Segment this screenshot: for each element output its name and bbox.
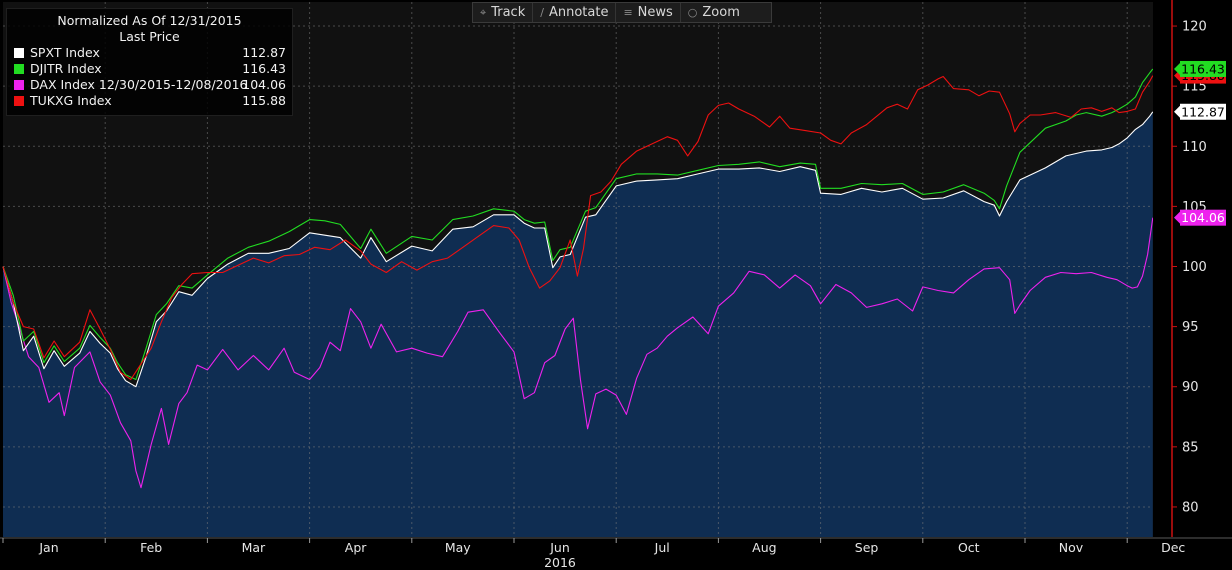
y-tick-label-4: 100 [1182, 260, 1207, 275]
legend-swatch-djitr [14, 64, 24, 74]
legend-value-tukxg: 115.88 [242, 93, 286, 108]
legend-name-tukxg: TUKXG Index [30, 93, 112, 108]
x-tick-label-1: Feb [140, 540, 162, 555]
legend-name-djitr: DJITR Index [30, 61, 102, 76]
y-tick-label-0: 80 [1182, 500, 1199, 515]
x-tick-label-8: Sep [855, 540, 879, 555]
legend-value-dax: 104.06 [242, 77, 286, 92]
zoom-label: Zoom [702, 5, 740, 20]
axis-gutter [1153, 2, 1172, 539]
annotate-label: Annotate [548, 5, 609, 20]
legend-swatch-tukxg [14, 96, 24, 106]
chart-toolbar: ⌖ Track ∕ Annotate ≡ News ○ Zoom [472, 2, 772, 23]
annotate-button[interactable]: ∕ Annotate [533, 3, 617, 22]
crosshair-icon: ⌖ [480, 5, 487, 19]
x-tick-label-6: Jul [654, 540, 670, 555]
legend-name-dax: DAX Index 12/30/2015-12/08/2016 [30, 77, 248, 92]
legend-value-spxt: 112.87 [242, 45, 286, 60]
x-tick-label-7: Aug [752, 540, 776, 555]
legend-name-spxt: SPXT Index [30, 45, 100, 60]
zoom-icon: ○ [687, 6, 698, 19]
track-label: Track [491, 5, 526, 20]
x-tick-label-3: Apr [345, 540, 367, 555]
legend-entry-dax: DAX Index 12/30/2015-12/08/2016 104.06 [7, 77, 292, 93]
x-tick-label-4: May [445, 540, 471, 555]
legend-entry-tukxg: TUKXG Index 115.88 [7, 93, 292, 109]
y-tick-label-3: 95 [1182, 320, 1199, 335]
last-value-label-0: 112.87 [1181, 104, 1225, 119]
x-tick-label-10: Nov [1059, 540, 1084, 555]
x-axis-year-label: 2016 [544, 555, 576, 570]
news-label: News [637, 5, 673, 20]
x-tick-label-9: Oct [958, 540, 980, 555]
legend-title: Normalized As Of 12/31/2015 [57, 13, 242, 28]
news-button[interactable]: ≡ News [616, 3, 681, 22]
track-button[interactable]: ⌖ Track [473, 3, 534, 22]
news-icon: ≡ [623, 6, 633, 19]
legend-value-djitr: 116.43 [242, 61, 286, 76]
y-tick-label-1: 85 [1182, 440, 1199, 455]
chart-legend: Normalized As Of 12/31/2015 Last Price S… [6, 8, 293, 116]
legend-entry-djitr: DJITR Index 116.43 [7, 61, 292, 77]
legend-subtitle: Last Price [119, 29, 180, 44]
legend-swatch-spxt [14, 48, 24, 58]
y-tick-label-8: 120 [1182, 20, 1207, 35]
legend-swatch-dax [14, 80, 24, 90]
y-tick-label-2: 90 [1182, 380, 1199, 395]
pencil-icon: ∕ [540, 6, 544, 19]
last-value-label-2: 104.06 [1181, 210, 1225, 225]
x-tick-label-5: Jun [549, 540, 570, 555]
last-value-label-1: 116.43 [1181, 61, 1225, 76]
y-tick-label-6: 110 [1182, 140, 1207, 155]
x-tick-label-2: Mar [242, 540, 266, 555]
x-tick-label-0: Jan [38, 540, 58, 555]
zoom-button[interactable]: ○ Zoom [681, 3, 747, 22]
x-tick-label-11: Dec [1161, 540, 1185, 555]
legend-entry-spxt: SPXT Index 112.87 [7, 45, 292, 61]
